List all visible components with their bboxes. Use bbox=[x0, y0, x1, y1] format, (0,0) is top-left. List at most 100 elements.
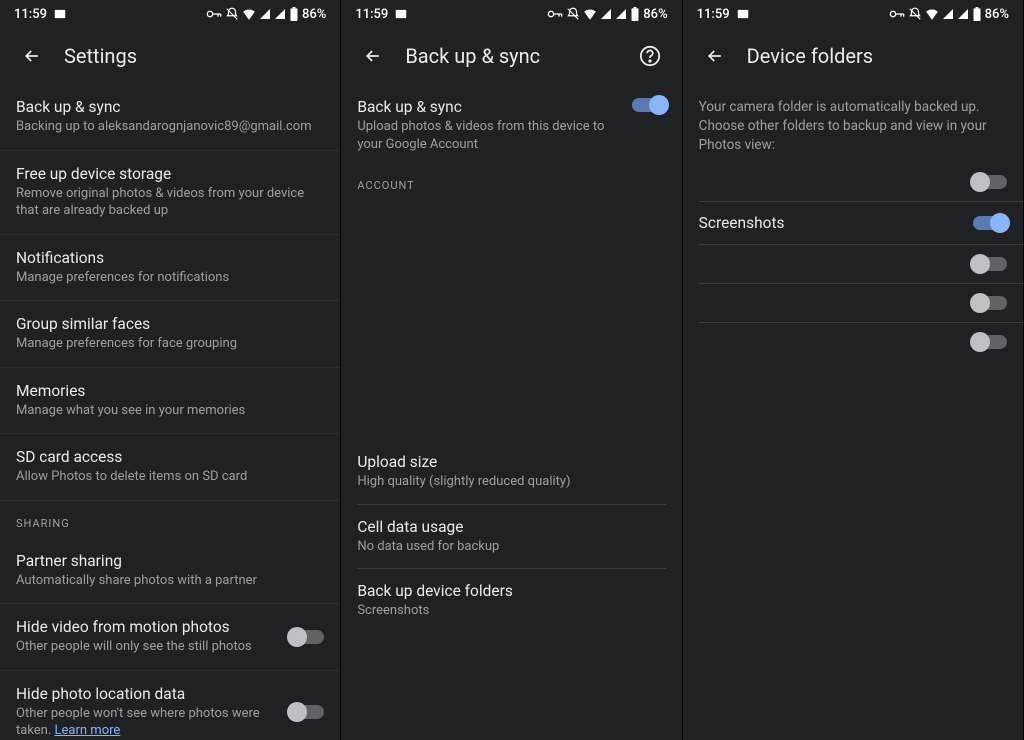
folder-row[interactable] bbox=[699, 284, 1023, 323]
folder-row[interactable] bbox=[699, 245, 1023, 284]
back-button[interactable] bbox=[12, 36, 52, 76]
item-title: SD card access bbox=[16, 448, 324, 466]
item-sub: Manage preferences for notifications bbox=[16, 269, 324, 287]
folder-switch[interactable] bbox=[973, 335, 1007, 349]
settings-screen: 11:59 86% Settings Back up & sync Backin… bbox=[0, 0, 341, 740]
battery-percent: 86% bbox=[985, 7, 1009, 22]
battery-percent: 86% bbox=[643, 7, 667, 22]
backup-sub: Upload photos & videos from this device … bbox=[357, 118, 621, 153]
item-partner-sharing[interactable]: Partner sharing Automatically share phot… bbox=[0, 538, 340, 605]
folder-label: Screenshots bbox=[699, 214, 785, 232]
device-intro: Your camera folder is automatically back… bbox=[683, 84, 1023, 163]
wifi-icon bbox=[925, 8, 939, 20]
folder-switch[interactable] bbox=[973, 296, 1007, 310]
backup-sync-screen: 11:59 86% Back up & sync Back up & sync … bbox=[341, 0, 682, 740]
battery-percent: 86% bbox=[302, 7, 326, 22]
item-title: Memories bbox=[16, 382, 324, 400]
item-sub: Backing up to aleksandarognjanovic89@gma… bbox=[16, 118, 324, 136]
folder-row[interactable] bbox=[699, 163, 1023, 202]
signal-icon bbox=[259, 8, 271, 20]
item-memories[interactable]: Memories Manage what you see in your mem… bbox=[0, 368, 340, 435]
item-sub: Manage what you see in your memories bbox=[16, 402, 324, 420]
notification-icon bbox=[53, 7, 67, 21]
help-button[interactable] bbox=[630, 36, 670, 76]
item-group-faces[interactable]: Group similar faces Manage preferences f… bbox=[0, 301, 340, 368]
backup-sync-switch[interactable] bbox=[632, 98, 666, 112]
vpn-icon bbox=[547, 9, 563, 19]
wifi-icon bbox=[242, 8, 256, 20]
app-bar: Settings bbox=[0, 28, 340, 84]
signal-icon bbox=[942, 8, 954, 20]
item-sub: Allow Photos to delete items on SD card bbox=[16, 468, 324, 486]
item-title: Group similar faces bbox=[16, 315, 324, 333]
vpn-icon bbox=[206, 9, 222, 19]
item-free-storage[interactable]: Free up device storage Remove original p… bbox=[0, 151, 340, 235]
item-title: Back up device folders bbox=[357, 582, 665, 600]
status-time: 11:59 bbox=[355, 7, 388, 22]
folder-switch[interactable] bbox=[973, 216, 1007, 230]
battery-icon bbox=[630, 7, 640, 21]
wifi-icon bbox=[583, 8, 597, 20]
status-time: 11:59 bbox=[14, 7, 47, 22]
signal-icon-2 bbox=[615, 8, 627, 20]
item-title: Free up device storage bbox=[16, 165, 324, 183]
back-button[interactable] bbox=[353, 36, 393, 76]
item-sub: Remove original photos & videos from you… bbox=[16, 185, 324, 220]
signal-icon-2 bbox=[274, 8, 286, 20]
page-title: Settings bbox=[64, 44, 137, 68]
item-upload-size[interactable]: Upload size High quality (slightly reduc… bbox=[357, 440, 665, 505]
item-title: Cell data usage bbox=[357, 518, 665, 536]
folder-row-screenshots[interactable]: Screenshots bbox=[699, 202, 1023, 245]
item-sd-card[interactable]: SD card access Allow Photos to delete it… bbox=[0, 434, 340, 501]
app-bar: Device folders bbox=[683, 28, 1023, 84]
notification-icon bbox=[394, 7, 408, 21]
item-backup-sync[interactable]: Back up & sync Backing up to aleksandaro… bbox=[0, 84, 340, 151]
item-sub: High quality (slightly reduced quality) bbox=[357, 473, 665, 491]
device-folders-screen: 11:59 86% Device folders Your camera fol… bbox=[683, 0, 1024, 740]
mute-icon bbox=[225, 7, 239, 21]
item-sub: No data used for backup bbox=[357, 538, 665, 556]
item-title: Upload size bbox=[357, 453, 665, 471]
status-time: 11:59 bbox=[697, 7, 730, 22]
item-title: Hide photo location data bbox=[16, 685, 278, 703]
status-bar: 11:59 86% bbox=[0, 0, 340, 28]
signal-icon bbox=[600, 8, 612, 20]
learn-more-link[interactable]: Learn more bbox=[55, 723, 121, 738]
item-title: Back up & sync bbox=[16, 98, 324, 116]
signal-icon-2 bbox=[957, 8, 969, 20]
mute-icon bbox=[908, 7, 922, 21]
status-bar: 11:59 86% bbox=[683, 0, 1023, 28]
item-sub: Manage preferences for face grouping bbox=[16, 335, 324, 353]
mute-icon bbox=[566, 7, 580, 21]
vpn-icon bbox=[889, 9, 905, 19]
folder-switch[interactable] bbox=[973, 257, 1007, 271]
battery-icon bbox=[289, 7, 299, 21]
folder-row[interactable] bbox=[699, 323, 1023, 361]
notification-icon bbox=[736, 7, 750, 21]
hide-location-switch[interactable] bbox=[290, 705, 324, 719]
item-title: Hide video from motion photos bbox=[16, 618, 278, 636]
item-notifications[interactable]: Notifications Manage preferences for not… bbox=[0, 235, 340, 302]
item-title: Notifications bbox=[16, 249, 324, 267]
battery-icon bbox=[972, 7, 982, 21]
item-sub: Other people will only see the still pho… bbox=[16, 638, 278, 656]
page-title: Device folders bbox=[747, 44, 873, 68]
item-sub: Other people won't see where photos were… bbox=[16, 705, 278, 740]
backup-toggle-row: Back up & sync Upload photos & videos fr… bbox=[341, 84, 681, 163]
item-sub: Screenshots bbox=[357, 602, 665, 620]
item-hide-location[interactable]: Hide photo location data Other people wo… bbox=[0, 671, 340, 740]
back-button[interactable] bbox=[695, 36, 735, 76]
item-cell-data[interactable]: Cell data usage No data used for backup bbox=[357, 505, 665, 570]
page-title: Back up & sync bbox=[405, 44, 540, 68]
account-header: ACCOUNT bbox=[341, 163, 681, 200]
item-device-folders[interactable]: Back up device folders Screenshots bbox=[357, 569, 665, 633]
item-title: Partner sharing bbox=[16, 552, 324, 570]
sharing-header: SHARING bbox=[0, 501, 340, 538]
status-bar: 11:59 86% bbox=[341, 0, 681, 28]
folder-switch[interactable] bbox=[973, 175, 1007, 189]
item-hide-video[interactable]: Hide video from motion photos Other peop… bbox=[0, 604, 340, 671]
item-sub: Automatically share photos with a partne… bbox=[16, 572, 324, 590]
backup-title: Back up & sync bbox=[357, 98, 621, 116]
hide-video-switch[interactable] bbox=[290, 630, 324, 644]
app-bar: Back up & sync bbox=[341, 28, 681, 84]
